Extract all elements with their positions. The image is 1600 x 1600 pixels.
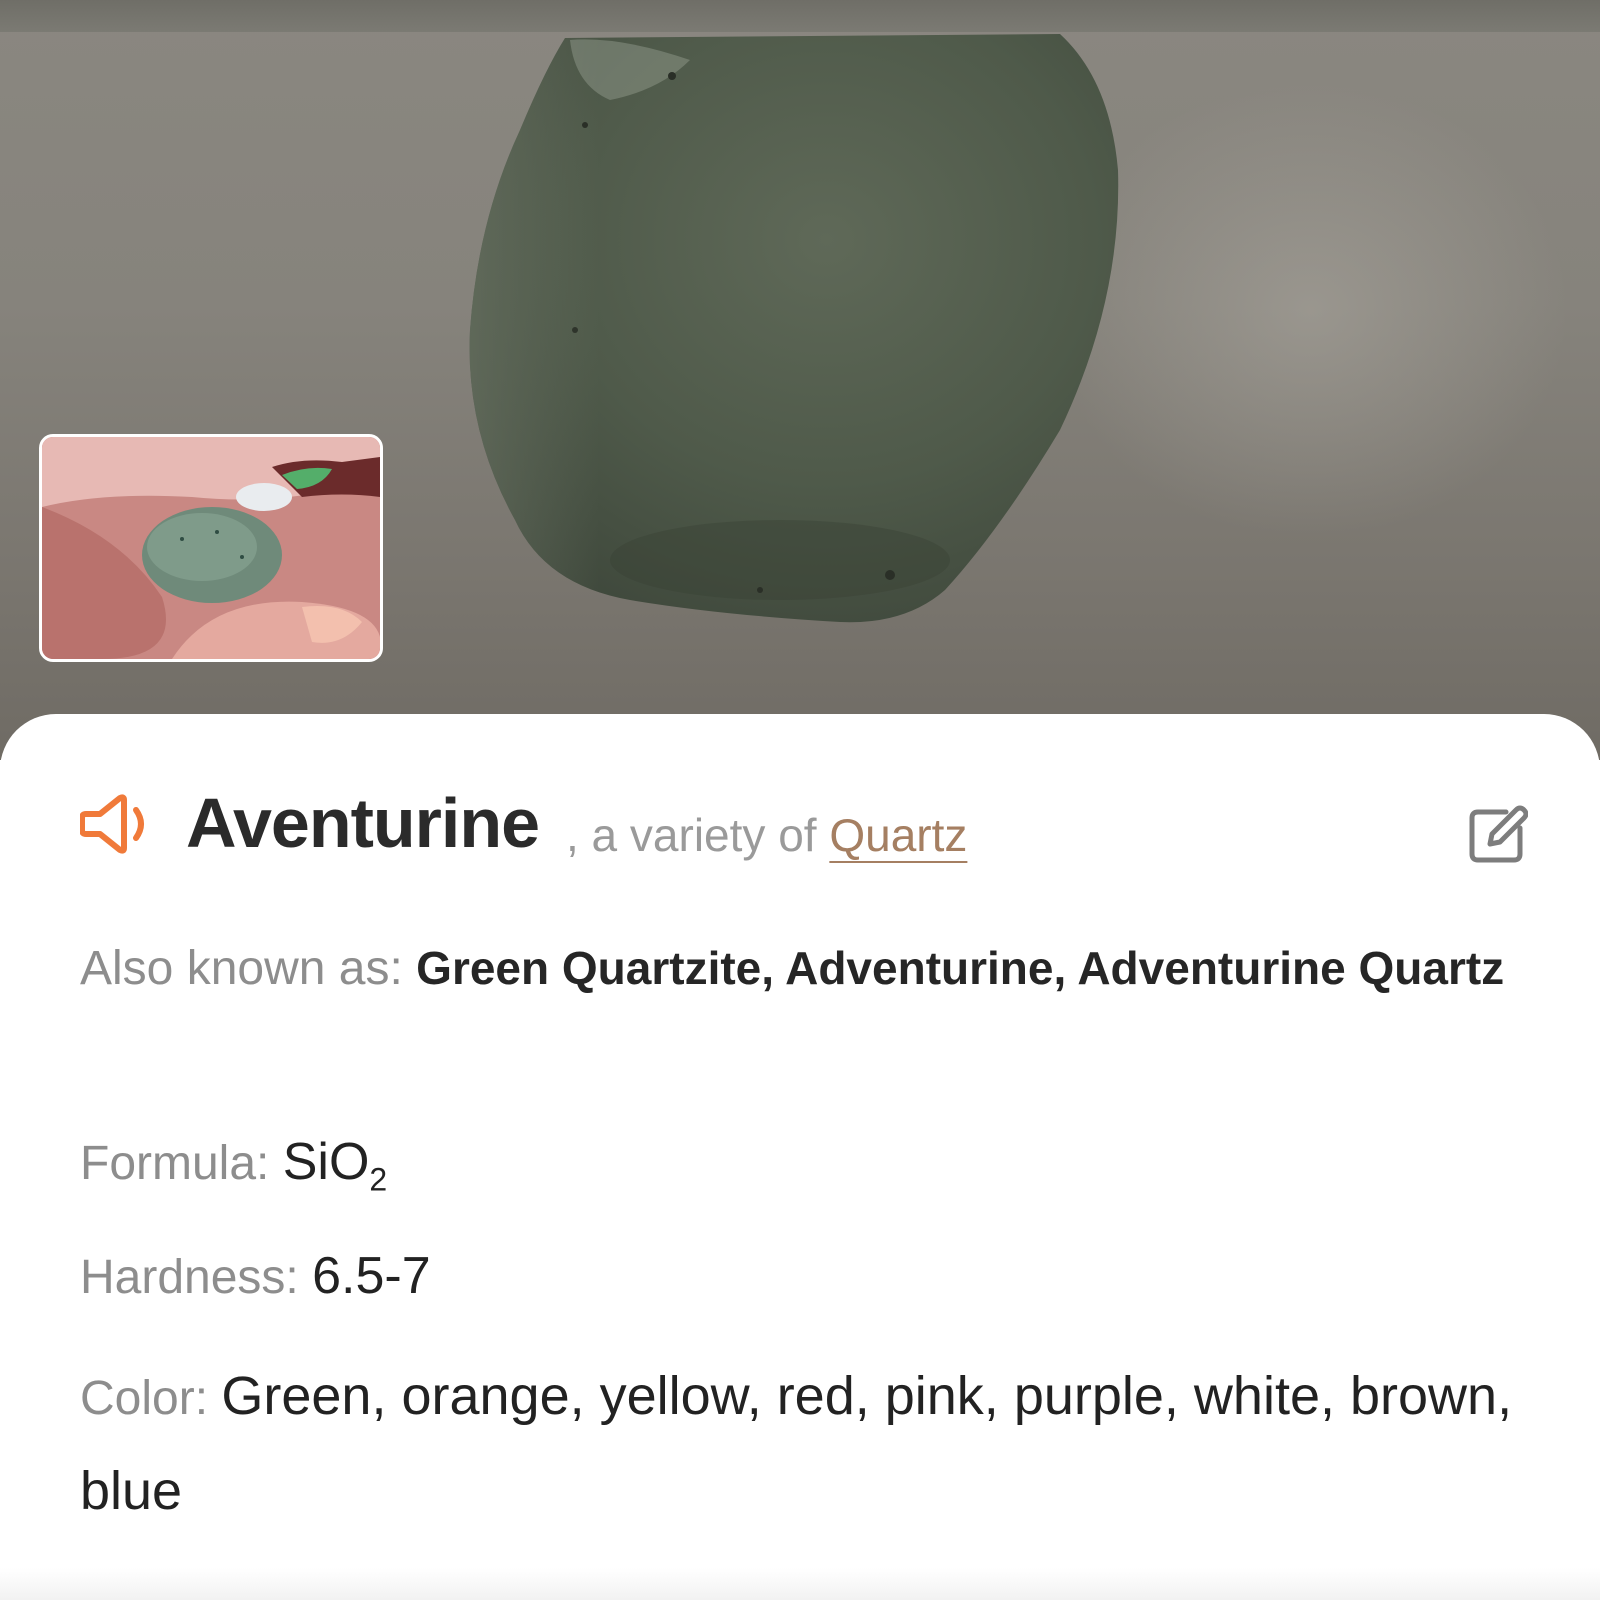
mineral-name: Aventurine: [186, 784, 540, 862]
hardness-label: Hardness:: [80, 1251, 313, 1304]
formula-value: SiO2: [282, 1133, 387, 1197]
color-value: Green, orange, yellow, red, pink, purple…: [80, 1366, 1513, 1521]
hardness-value: 6.5-7: [312, 1247, 431, 1305]
hardness-field: Hardness: 6.5-7: [80, 1230, 1520, 1324]
also-known-as-field: Also known as: Green Quartzite, Adventur…: [80, 922, 1520, 1015]
specimen-photo: [0, 0, 1600, 760]
edit-icon[interactable]: [1466, 804, 1528, 866]
also-known-as-label: Also known as:: [80, 942, 417, 995]
bottom-divider: [0, 1568, 1600, 1600]
mineral-variety-line: , a variety of Quartz: [566, 800, 967, 870]
formula-label: Formula:: [80, 1137, 283, 1190]
identification-result-screen: Aventurine , a variety of Quartz Also kn…: [0, 0, 1600, 1600]
formula-field: Formula: SiO2: [80, 1116, 1520, 1225]
variety-connector: , a variety of: [566, 809, 830, 861]
formula-base: SiO: [282, 1133, 370, 1191]
also-known-as-value: Green Quartzite, Adventurine, Adventurin…: [416, 942, 1505, 994]
parent-mineral-link[interactable]: Quartz: [829, 809, 967, 861]
thumbnail-image: [42, 437, 380, 659]
color-label: Color:: [80, 1372, 222, 1425]
formula-subscript: 2: [369, 1161, 388, 1198]
captured-photo-thumbnail[interactable]: [39, 434, 383, 662]
speaker-icon[interactable]: [80, 790, 162, 858]
color-field: Color: Green, orange, yellow, red, pink,…: [80, 1350, 1520, 1540]
